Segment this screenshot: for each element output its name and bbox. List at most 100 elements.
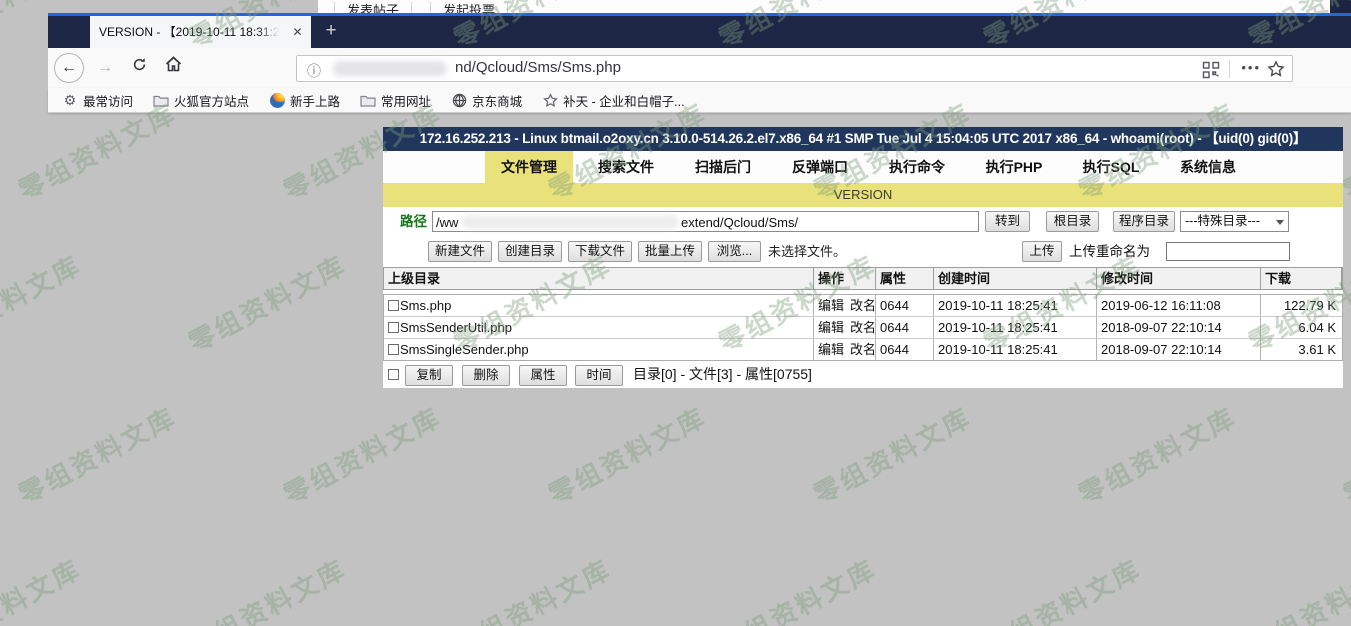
bookmark-star-icon[interactable] bbox=[1267, 60, 1285, 83]
upload-button[interactable]: 上传 bbox=[1022, 241, 1062, 262]
back-button[interactable]: ← bbox=[54, 53, 84, 83]
file-perm[interactable]: 0644 bbox=[876, 317, 934, 338]
bookmark-label: 京东商城 bbox=[472, 91, 522, 110]
footer-row: 复制 删除 属性 时间 目录[0] - 文件[3] - 属性[0755] bbox=[383, 361, 1343, 388]
new-file-button[interactable]: 新建文件 bbox=[428, 241, 492, 262]
browse-button[interactable]: 浏览... bbox=[708, 241, 761, 262]
edit-link[interactable]: 编辑 bbox=[818, 298, 844, 313]
tab-file-manager[interactable]: 文件管理 bbox=[485, 151, 573, 183]
bookmark-firefox-official[interactable]: 火狐官方站点 bbox=[153, 91, 249, 110]
table-header-row: 上级目录 操作 属性 创建时间 修改时间 下载 bbox=[383, 267, 1343, 290]
file-perm[interactable]: 0644 bbox=[876, 339, 934, 360]
col-ops: 操作 bbox=[814, 268, 876, 289]
background-window-strip: 发表帖子 发起投票 bbox=[318, 0, 1330, 13]
bookmark-jd[interactable]: 京东商城 bbox=[451, 91, 522, 110]
gear-icon: ⚙ bbox=[62, 92, 78, 108]
watermark-text: 零组资料文库 bbox=[1241, 549, 1351, 626]
copy-button[interactable]: 复制 bbox=[405, 365, 453, 386]
background-tab: 发起投票 bbox=[430, 2, 508, 13]
tab-exec-php[interactable]: 执行PHP bbox=[970, 151, 1058, 183]
tab-scan-backdoor[interactable]: 扫描后门 bbox=[679, 151, 767, 183]
tab-search-files[interactable]: 搜索文件 bbox=[582, 151, 670, 183]
attr-button[interactable]: 属性 bbox=[519, 365, 567, 386]
path-redacted-blur bbox=[461, 215, 679, 229]
program-dir-button[interactable]: 程序目录 bbox=[1113, 211, 1175, 232]
url-bar[interactable]: ⓘ nd/Qcloud/Sms/Sms.php ••• bbox=[296, 55, 1293, 82]
reload-icon[interactable] bbox=[126, 56, 152, 80]
rename-link[interactable]: 改名 bbox=[850, 342, 876, 357]
rename-link[interactable]: 改名 bbox=[850, 298, 876, 313]
upload-rename-input[interactable] bbox=[1166, 242, 1290, 261]
file-name: Sms.php bbox=[400, 298, 451, 313]
download-file-button[interactable]: 下载文件 bbox=[568, 241, 632, 262]
browser-tab-bar: VERSION - 【2019-10-11 18:31:2 ✕ + bbox=[48, 16, 1351, 48]
file-size-download[interactable]: 3.61 K bbox=[1261, 339, 1342, 360]
rename-link[interactable]: 改名 bbox=[850, 320, 876, 335]
path-input[interactable]: /ww extend/Qcloud/Sms/ bbox=[432, 211, 979, 232]
browser-tab[interactable]: VERSION - 【2019-10-11 18:31:2 ✕ bbox=[90, 16, 311, 48]
file-checkbox[interactable] bbox=[388, 300, 399, 311]
col-created: 创建时间 bbox=[934, 268, 1097, 289]
tab-exec-command[interactable]: 执行命令 bbox=[873, 151, 961, 183]
new-dir-button[interactable]: 创建目录 bbox=[498, 241, 562, 262]
bookmark-label: 常用网址 bbox=[381, 91, 431, 110]
folder-icon bbox=[153, 92, 169, 108]
qr-code-icon[interactable] bbox=[1202, 61, 1220, 84]
upload-rename-label: 上传重命名为 bbox=[1069, 237, 1150, 267]
watermark-text: 零组资料文库 bbox=[1071, 397, 1242, 511]
tab-exec-sql[interactable]: 执行SQL bbox=[1067, 151, 1155, 183]
file-modified[interactable]: 2019-06-12 16:11:08 bbox=[1097, 295, 1261, 316]
batch-upload-button[interactable]: 批量上传 bbox=[638, 241, 702, 262]
tab-system-info[interactable]: 系统信息 bbox=[1164, 151, 1252, 183]
path-value-suffix: extend/Qcloud/Sms/ bbox=[681, 213, 798, 232]
globe-icon bbox=[451, 92, 467, 108]
new-tab-button[interactable]: + bbox=[318, 20, 344, 44]
special-dir-select[interactable]: ---特殊目录--- bbox=[1180, 211, 1289, 232]
delete-button[interactable]: 删除 bbox=[462, 365, 510, 386]
file-size-download[interactable]: 122.79 K bbox=[1261, 295, 1342, 316]
watermark-text: 零组资料文库 bbox=[446, 549, 617, 626]
file-size-download[interactable]: 6.04 K bbox=[1261, 317, 1342, 338]
watermark-text: 零组资料文库 bbox=[541, 397, 712, 511]
firefox-icon bbox=[269, 92, 285, 108]
file-checkbox[interactable] bbox=[388, 344, 399, 355]
bookmark-common-sites[interactable]: 常用网址 bbox=[360, 91, 431, 110]
tab-title-fade bbox=[257, 16, 285, 48]
file-perm[interactable]: 0644 bbox=[876, 295, 934, 316]
tab-reverse-port[interactable]: 反弹端口 bbox=[776, 151, 864, 183]
bookmarks-toolbar: ⚙ 最常访问 火狐官方站点 新手上路 常用网址 京东商城 补天 - 企业和白帽子… bbox=[48, 88, 1351, 113]
no-file-selected-text: 未选择文件。 bbox=[768, 237, 846, 267]
time-button[interactable]: 时间 bbox=[575, 365, 623, 386]
system-info-header: 172.16.252.213 - Linux btmail.o2oxy.cn 3… bbox=[383, 127, 1343, 151]
info-icon[interactable]: ⓘ bbox=[307, 61, 321, 81]
bookmark-getting-started[interactable]: 新手上路 bbox=[269, 91, 340, 110]
parent-dir-link[interactable]: 上级目录 bbox=[384, 268, 814, 289]
file-modified[interactable]: 2018-09-07 22:10:14 bbox=[1097, 339, 1261, 360]
bookmark-butian[interactable]: 补天 - 企业和白帽子... bbox=[542, 91, 685, 110]
edit-link[interactable]: 编辑 bbox=[818, 342, 844, 357]
watermark-text: 零组资料文库 bbox=[276, 397, 447, 511]
home-icon[interactable] bbox=[160, 56, 186, 80]
urlbar-separator bbox=[1229, 60, 1230, 78]
root-dir-button[interactable]: 根目录 bbox=[1046, 211, 1099, 232]
page-actions-icon[interactable]: ••• bbox=[1241, 60, 1261, 75]
edit-link[interactable]: 编辑 bbox=[818, 320, 844, 335]
col-modified: 修改时间 bbox=[1097, 268, 1261, 289]
watermark-text: 零组资料文库 bbox=[181, 549, 352, 626]
select-all-checkbox[interactable] bbox=[388, 369, 399, 380]
close-tab-icon[interactable]: ✕ bbox=[289, 24, 306, 41]
goto-button[interactable]: 转到 bbox=[985, 211, 1030, 232]
file-created: 2019-10-11 18:25:41 bbox=[934, 295, 1097, 316]
special-dir-selected-value: ---特殊目录--- bbox=[1185, 214, 1260, 228]
file-modified[interactable]: 2018-09-07 22:10:14 bbox=[1097, 317, 1261, 338]
webshell-panel: 172.16.252.213 - Linux btmail.o2oxy.cn 3… bbox=[383, 127, 1343, 388]
watermark-text: 零组资料文库 bbox=[0, 549, 88, 626]
file-checkbox[interactable] bbox=[388, 322, 399, 333]
file-name: SmsSingleSender.php bbox=[400, 342, 529, 357]
bookmark-most-visited[interactable]: ⚙ 最常访问 bbox=[62, 91, 133, 110]
watermark-text: 零组资料文库 bbox=[0, 245, 88, 359]
bookmark-label: 新手上路 bbox=[290, 91, 340, 110]
forward-button[interactable]: → bbox=[92, 56, 118, 80]
bookmark-label: 最常访问 bbox=[83, 91, 133, 110]
table-row: SmsSenderUtil.php 编辑改名 0644 2019-10-11 1… bbox=[384, 317, 1342, 339]
